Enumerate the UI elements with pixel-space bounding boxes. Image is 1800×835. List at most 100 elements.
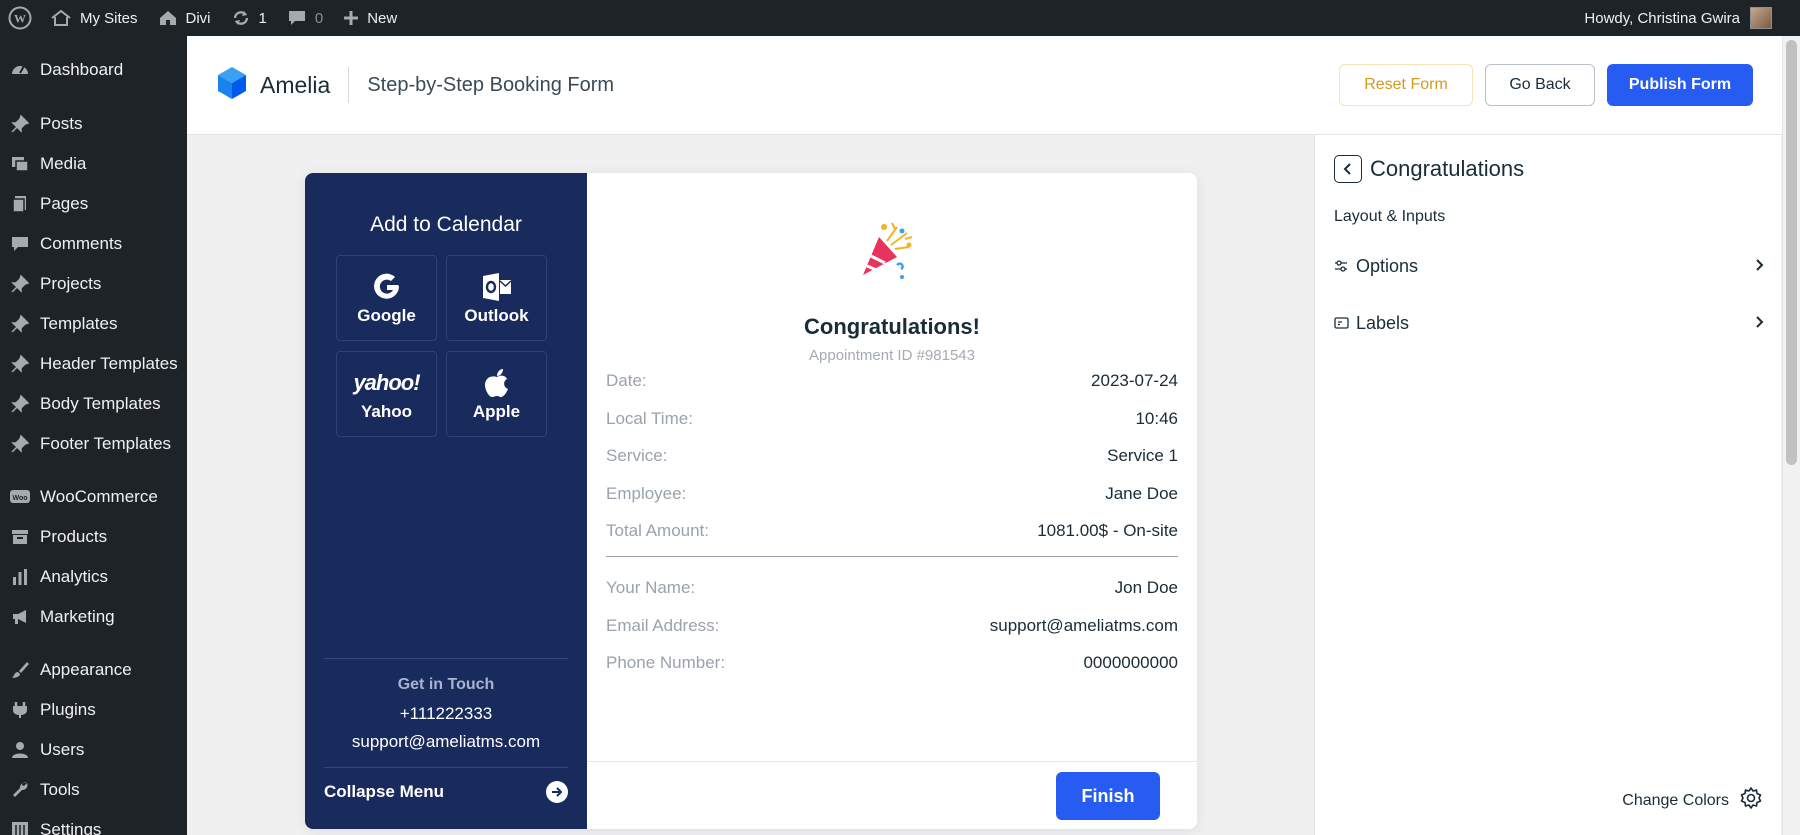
svg-text:Woo: Woo: [12, 495, 27, 502]
sidebar-item-posts[interactable]: Posts: [0, 106, 187, 142]
sidebar-item-tools[interactable]: Tools: [0, 772, 187, 808]
sidebar-item-comments[interactable]: Comments: [0, 226, 187, 262]
reset-form-button[interactable]: Reset Form: [1339, 64, 1473, 106]
add-to-calendar-title: Add to Calendar: [370, 213, 522, 236]
comments-menu[interactable]: 0: [277, 0, 333, 36]
change-colors-button[interactable]: Change Colors: [1622, 786, 1763, 815]
sidebar-item-header-templates[interactable]: Header Templates: [0, 346, 187, 382]
yahoo-calendar-button[interactable]: yahoo! Yahoo: [336, 351, 437, 437]
publish-form-button[interactable]: Publish Form: [1607, 64, 1753, 106]
sidebar-item-footer-templates[interactable]: Footer Templates: [0, 426, 187, 462]
collapse-menu-label: Collapse Menu: [324, 782, 444, 801]
my-sites-label: My Sites: [80, 9, 138, 27]
sidebar-item-body-templates[interactable]: Body Templates: [0, 386, 187, 422]
detail-label: Total Amount:: [606, 521, 710, 540]
amelia-logo-icon: [216, 66, 248, 105]
sidebar-item-media[interactable]: Media: [0, 146, 187, 182]
site-name-menu[interactable]: Divi: [148, 0, 221, 36]
yahoo-logo-text: yahoo!: [353, 370, 420, 395]
sidebar-item-marketing[interactable]: Marketing: [0, 599, 187, 635]
sidebar-item-users[interactable]: Users: [0, 732, 187, 768]
sidebar-item-label: Dashboard: [40, 60, 124, 79]
admin-sidebar: Dashboard Posts Media Pages Comments Pro…: [0, 36, 187, 835]
options-row[interactable]: Options: [1334, 248, 1764, 284]
sidebar-item-label: Products: [40, 527, 108, 546]
arrow-right-icon: [546, 781, 568, 803]
new-content-menu[interactable]: New: [333, 0, 407, 36]
sidebar-item-label: Comments: [40, 234, 123, 253]
sidebar-item-dashboard[interactable]: Dashboard: [0, 52, 187, 88]
sidebar-item-label: Header Templates: [40, 354, 178, 373]
sidebar-item-pages[interactable]: Pages: [0, 186, 187, 222]
detail-label: Phone Number:: [606, 653, 726, 672]
plug-icon: [0, 700, 40, 720]
sidebar-item-analytics[interactable]: Analytics: [0, 559, 187, 595]
sidebar-item-label: Marketing: [40, 607, 115, 626]
outlook-icon: [481, 270, 513, 304]
page-scrollbar[interactable]: [1782, 36, 1800, 835]
scrollbar-thumb[interactable]: [1786, 40, 1797, 465]
detail-label: Local Time:: [606, 409, 693, 428]
comments-count: 0: [314, 9, 324, 27]
sidebar-item-settings[interactable]: Settings: [0, 812, 187, 835]
pin-icon: [0, 114, 40, 134]
chevron-left-icon[interactable]: [1334, 155, 1362, 183]
details-divider: [606, 556, 1178, 557]
detail-label: Employee:: [606, 484, 687, 503]
detail-row-phone: Phone Number: 0000000000: [606, 653, 1178, 673]
detail-value: Service 1: [1107, 446, 1178, 465]
sidebar-item-projects[interactable]: Projects: [0, 266, 187, 302]
go-back-button[interactable]: Go Back: [1485, 64, 1595, 106]
my-sites-menu[interactable]: My Sites: [40, 0, 148, 36]
detail-row-your-name: Your Name: Jon Doe: [606, 578, 1178, 598]
header-divider: [348, 67, 350, 103]
finish-button[interactable]: Finish: [1056, 772, 1160, 820]
user-account-menu[interactable]: Howdy, Christina Gwira: [1584, 0, 1800, 36]
chevron-right-icon: [1754, 256, 1764, 277]
detail-label: Date:: [606, 371, 647, 390]
change-colors-label: Change Colors: [1622, 791, 1729, 809]
google-calendar-button[interactable]: Google: [336, 255, 437, 341]
updates-menu[interactable]: 1: [221, 0, 277, 36]
detail-row-total-amount: Total Amount: 1081.00$ - On-site: [606, 521, 1178, 541]
sidebar-item-templates[interactable]: Templates: [0, 306, 187, 342]
sidebar-item-appearance[interactable]: Appearance: [0, 652, 187, 688]
sidebar-item-label: Plugins: [40, 700, 96, 719]
labels-row[interactable]: Labels: [1334, 305, 1764, 341]
archive-icon: [0, 527, 40, 547]
sidebar-item-products[interactable]: Products: [0, 519, 187, 555]
detail-value: Jane Doe: [1105, 484, 1178, 503]
outlook-calendar-button[interactable]: Outlook: [446, 255, 547, 341]
appointment-id: Appointment ID #981543: [809, 347, 975, 364]
pin-icon: [0, 314, 40, 334]
detail-row-employee: Employee: Jane Doe: [606, 484, 1178, 504]
step-settings-panel: Congratulations Layout & Inputs Options …: [1314, 135, 1781, 835]
settings-icon: [0, 820, 40, 835]
sidebar-item-label: Settings: [40, 820, 102, 835]
detail-value: Jon Doe: [1114, 578, 1178, 597]
pin-icon: [0, 274, 40, 294]
calendar-option-label: Apple: [472, 402, 521, 421]
sidebar-item-woocommerce[interactable]: Woo WooCommerce: [0, 479, 187, 515]
pages-icon: [0, 194, 40, 214]
confirmation-content: Congratulations! Appointment ID #981543 …: [587, 173, 1197, 829]
sidebar-divider: [324, 658, 568, 659]
sidebar-item-label: Footer Templates: [40, 434, 172, 453]
user-icon: [0, 740, 40, 760]
apple-calendar-button[interactable]: Apple: [446, 351, 547, 437]
labels-label: Labels: [1356, 312, 1410, 333]
detail-row-service: Service: Service 1: [606, 446, 1178, 466]
collapse-menu-button[interactable]: Collapse Menu: [324, 777, 568, 807]
new-label: New: [367, 9, 398, 27]
sites-icon: [50, 9, 72, 27]
congratulations-title: Congratulations!: [804, 314, 980, 339]
sidebar-item-label: Tools: [40, 780, 80, 799]
header-actions: Reset Form Go Back Publish Form: [1339, 64, 1753, 106]
sidebar-item-label: Users: [40, 740, 85, 759]
amelia-brand: Amelia: [216, 66, 330, 105]
sliders-icon: [1334, 259, 1356, 273]
sidebar-item-plugins[interactable]: Plugins: [0, 692, 187, 728]
detail-row-local-time: Local Time: 10:46: [606, 409, 1178, 429]
refresh-icon: [231, 8, 251, 28]
wordpress-logo-icon[interactable]: W: [0, 0, 40, 36]
